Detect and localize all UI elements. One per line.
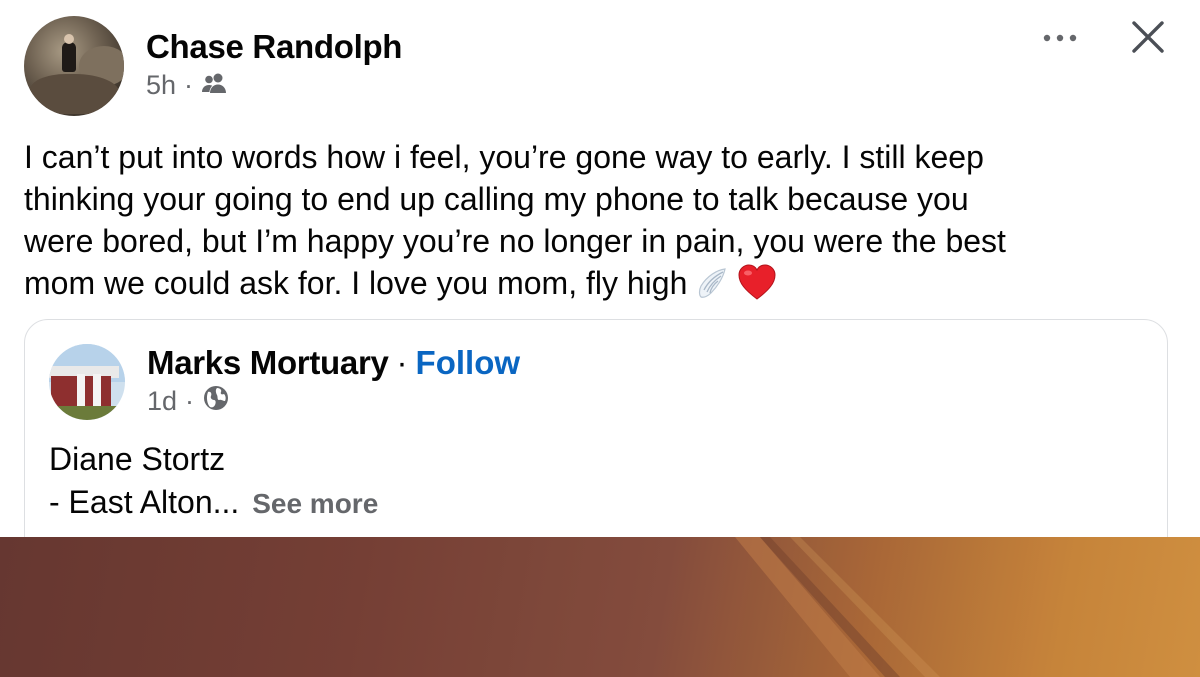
shared-meta: 1d · — [147, 384, 230, 419]
wing-emoji — [695, 266, 729, 310]
shared-text-fragment: - East Alton... — [49, 484, 240, 520]
author-name[interactable]: Chase Randolph — [146, 28, 402, 66]
shared-text-line: - East Alton... See more — [49, 481, 378, 525]
shared-time[interactable]: 1d — [147, 386, 177, 417]
see-more-link[interactable]: See more — [252, 488, 378, 519]
avatar-photo-detail — [49, 406, 125, 420]
avatar-photo-detail — [93, 374, 101, 408]
avatar-photo-detail — [64, 34, 74, 44]
red-heart-emoji — [737, 264, 777, 312]
post-time[interactable]: 5h — [146, 70, 176, 101]
friends-icon — [201, 70, 227, 101]
avatar-photo-detail — [77, 374, 85, 408]
name-separator: · — [396, 344, 408, 381]
shared-page-name[interactable]: Marks Mortuary — [147, 344, 389, 382]
post-text-line: thinking your going to end up calling my… — [24, 181, 969, 217]
post-text-line: mom we could ask for. I love you mom, fl… — [24, 262, 1174, 312]
post-text: I can’t put into words how i feel, you’r… — [24, 136, 1174, 312]
more-options-button[interactable] — [1038, 28, 1082, 48]
shared-header: Marks Mortuary · Follow — [147, 344, 520, 382]
more-dots-icon — [1043, 34, 1077, 42]
close-button[interactable] — [1126, 18, 1170, 58]
meta-separator: · — [185, 386, 195, 416]
author-avatar[interactable] — [24, 16, 124, 116]
meta-separator: · — [184, 70, 194, 100]
close-icon — [1132, 21, 1164, 53]
shared-text-line: Diane Stortz — [49, 441, 226, 477]
globe-icon — [202, 384, 230, 419]
post-text-line: I can’t put into words how i feel, you’r… — [24, 139, 984, 175]
photo-content — [0, 537, 1200, 677]
avatar-photo-detail — [30, 74, 120, 114]
post-text-line: were bored, but I’m happy you’re no long… — [24, 223, 1006, 259]
follow-button[interactable]: Follow — [416, 344, 520, 382]
avatar-photo-detail — [62, 42, 76, 72]
shared-page-avatar[interactable] — [49, 344, 125, 420]
attached-photo[interactable] — [0, 537, 1200, 677]
shared-post-text: Diane Stortz - East Alton... See more — [49, 438, 378, 525]
post-text-fragment: mom we could ask for. I love you mom, fl… — [24, 265, 688, 301]
post-meta: 5h · — [146, 70, 227, 101]
